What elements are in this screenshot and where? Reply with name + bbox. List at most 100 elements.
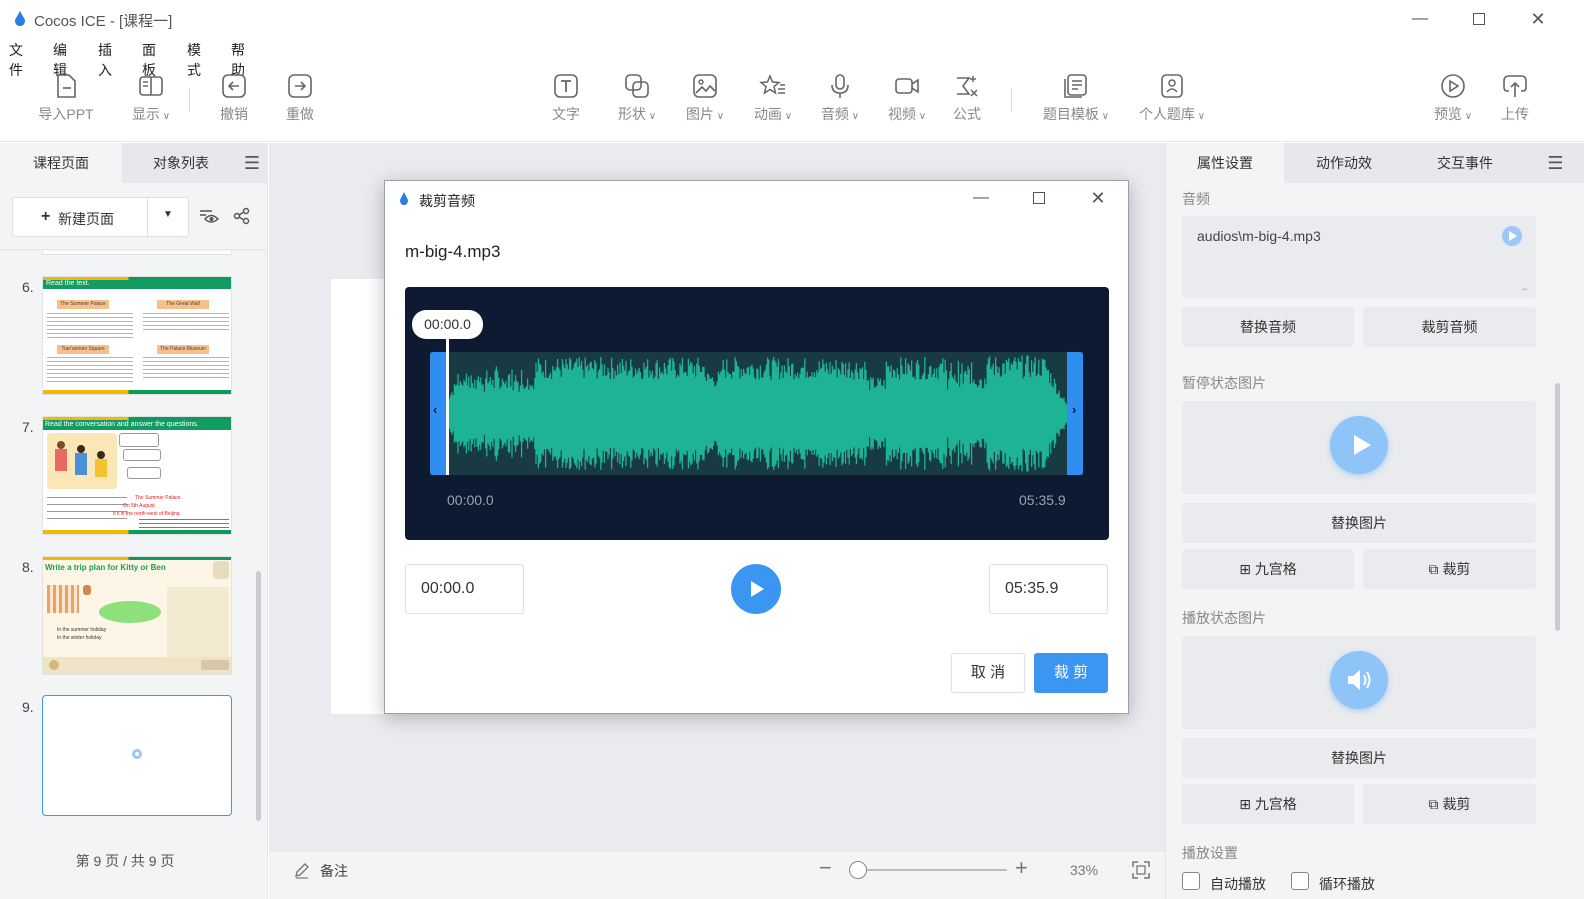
crop-pause-image-button[interactable]: ⧉ 裁剪 [1363, 549, 1536, 589]
eye-icon[interactable] [198, 207, 220, 225]
crop-play-image-button[interactable]: ⧉ 裁剪 [1363, 784, 1536, 824]
undo-button[interactable]: 撤销 [212, 72, 256, 124]
thumb-footer-button [201, 660, 229, 670]
zoom-level: 33% [1070, 862, 1099, 878]
personal-bank-dropdown[interactable]: 个人题库 ∨ [1134, 72, 1210, 124]
zoom-in-icon[interactable]: + [1015, 855, 1028, 881]
page-thumbnail-6[interactable]: Read the text. The Summer Palace The Gre… [42, 276, 232, 395]
dialog-close-button[interactable]: ✕ [1086, 187, 1110, 209]
waveform-panel[interactable]: ‹ › 00:00.0 00:00.0 05:35.9 [405, 287, 1109, 540]
right-panel: 属性设置 动作动效 交互事件 ☰ 音频 audios\m-big-4.mp3 −… [1165, 143, 1584, 899]
fit-screen-icon[interactable] [1131, 860, 1151, 880]
animation-dropdown[interactable]: 动画 ∨ [748, 72, 798, 124]
resize-handle-icon[interactable]: − [1522, 284, 1527, 294]
thumb-corner-badge [213, 561, 229, 579]
play-button-image [1330, 416, 1388, 474]
grid-icon: ⊞ [1239, 561, 1251, 577]
play-icon [751, 581, 764, 597]
axis-end-time: 05:35.9 [1019, 492, 1066, 508]
thumb-figure [97, 451, 105, 459]
thumb-label: The Palace Museum [157, 345, 209, 354]
autoplay-checkbox[interactable] [1182, 872, 1200, 890]
crop-confirm-button[interactable]: 裁 剪 [1034, 653, 1108, 693]
thumb-figure [57, 441, 65, 449]
upload-button[interactable]: 上传 [1495, 72, 1535, 124]
nine-grid-button[interactable]: ⊞ 九宫格 [1182, 784, 1354, 824]
nine-grid-button[interactable]: ⊞ 九宫格 [1182, 549, 1354, 589]
image-dropdown[interactable]: 图片 ∨ [680, 72, 730, 124]
share-icon[interactable] [233, 207, 251, 225]
dialog-title: 裁剪音频 [419, 193, 475, 209]
audio-path-field[interactable]: audios\m-big-4.mp3 − [1182, 216, 1536, 298]
page-thumbnail-7[interactable]: Read the conversation and answer the que… [42, 416, 232, 535]
menu-icon[interactable]: ☰ [1526, 143, 1584, 183]
notes-label[interactable]: 备注 [320, 861, 348, 881]
trim-start-handle[interactable]: ‹ [430, 352, 446, 475]
dialog-minimize-button[interactable]: — [969, 187, 993, 209]
left-panel: 课程页面 对象列表 ☰ + 新建页面 ▼ 6. Read the text. T… [0, 143, 268, 899]
play-image-label: 播放状态图片 [1182, 610, 1266, 626]
audio-section-label: 音频 [1182, 191, 1210, 207]
question-template-dropdown[interactable]: 题目模板 ∨ [1038, 72, 1114, 124]
zoom-slider-track[interactable] [849, 869, 1007, 871]
page-thumbnail-8[interactable]: Write a trip plan for Kitty or Ben In th… [42, 556, 232, 675]
thumb-footer-icon [49, 660, 59, 670]
shape-dropdown[interactable]: 形状 ∨ [612, 72, 662, 124]
video-dropdown[interactable]: 视频 ∨ [882, 72, 932, 124]
divider [0, 249, 268, 250]
toolbar-divider [1011, 88, 1012, 112]
preview-dropdown[interactable]: 预览 ∨ [1428, 72, 1478, 124]
chevron-down-icon: ∨ [848, 111, 860, 122]
scrollbar-thumb[interactable] [256, 571, 261, 821]
playhead-line[interactable] [446, 327, 449, 475]
replace-play-image-button[interactable]: 替换图片 [1182, 738, 1536, 778]
chevron-down-icon: ∨ [781, 111, 793, 122]
cancel-button[interactable]: 取 消 [951, 653, 1025, 693]
menu-icon[interactable]: ☰ [236, 143, 268, 183]
tab-course-pages[interactable]: 课程页面 [0, 143, 122, 183]
zoom-slider-handle[interactable] [849, 861, 867, 879]
chevron-down-icon: ∨ [159, 111, 171, 122]
crop-audio-button[interactable]: 裁剪音频 [1363, 307, 1536, 347]
text-button[interactable]: 文字 [544, 72, 588, 124]
book-icon [139, 76, 163, 96]
page-thumbnail-9[interactable] [42, 695, 232, 816]
autoplay-label: 自动播放 [1210, 876, 1266, 892]
formula-button[interactable]: 公式 [945, 72, 989, 124]
tab-object-list[interactable]: 对象列表 [122, 143, 240, 183]
tab-actions[interactable]: 动作动效 [1284, 143, 1404, 183]
close-button[interactable]: ✕ [1526, 8, 1550, 30]
scrollbar-thumb[interactable] [1555, 383, 1560, 631]
audio-dot-center [135, 752, 139, 756]
audio-filename: m-big-4.mp3 [405, 242, 501, 261]
replace-audio-button[interactable]: 替换音频 [1182, 307, 1354, 347]
thumb-red-lines [139, 519, 229, 528]
new-page-button[interactable]: + 新建页面 ▼ [12, 197, 189, 237]
tab-interactions[interactable]: 交互事件 [1404, 143, 1526, 183]
minimize-button[interactable]: — [1408, 8, 1432, 30]
tab-properties[interactable]: 属性设置 [1166, 143, 1284, 183]
end-time-input[interactable]: 05:35.9 [989, 564, 1108, 614]
zoom-out-icon[interactable]: − [819, 855, 832, 881]
display-dropdown[interactable]: 显示 ∨ [126, 72, 176, 124]
caret-down-icon[interactable]: ▼ [163, 209, 173, 220]
audio-dropdown[interactable]: 音频 ∨ [815, 72, 865, 124]
chevron-down-icon: ∨ [1461, 111, 1473, 122]
start-time-input[interactable]: 00:00.0 [405, 564, 524, 614]
replace-pause-image-button[interactable]: 替换图片 [1182, 503, 1536, 543]
thumb-text-lines [47, 357, 133, 385]
play-button[interactable] [731, 564, 781, 614]
maximize-button[interactable] [1467, 8, 1491, 30]
play-audio-icon[interactable] [1502, 226, 1522, 246]
plus-icon: + [41, 208, 51, 225]
chevron-left-icon: ‹ [433, 402, 438, 417]
import-ppt-button[interactable]: 导入PPT [36, 72, 96, 124]
slide-page[interactable] [331, 279, 391, 714]
crop-audio-dialog: 裁剪音频 — ✕ m-big-4.mp3 ‹ › 00:00.0 00:00.0… [384, 180, 1129, 714]
dialog-maximize-button[interactable] [1027, 187, 1051, 209]
redo-button[interactable]: 重做 [278, 72, 322, 124]
trim-end-handle[interactable]: › [1067, 352, 1083, 475]
loop-checkbox[interactable] [1291, 872, 1309, 890]
button-divider [147, 198, 148, 236]
video-camera-icon [895, 78, 919, 94]
